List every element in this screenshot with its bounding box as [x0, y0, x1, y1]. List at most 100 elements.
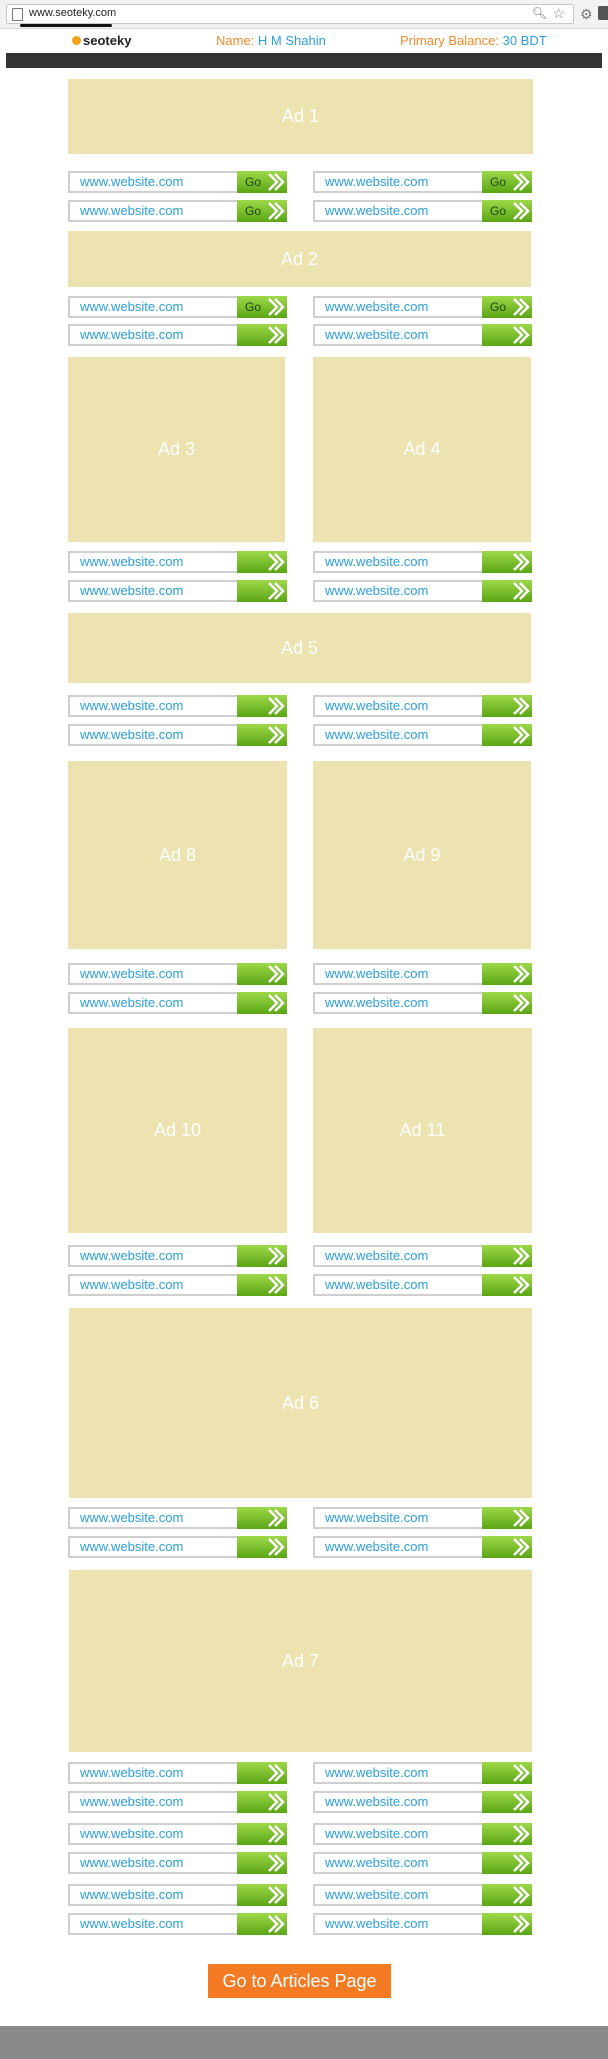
go-button[interactable] [482, 1274, 532, 1296]
nav-bar [6, 53, 602, 68]
website-link-field[interactable]: www.website.com [68, 1884, 245, 1906]
go-button[interactable]: Go [482, 171, 532, 193]
website-link-field[interactable]: www.website.com [313, 200, 490, 222]
website-link-field[interactable]: www.website.com [68, 551, 245, 573]
ad-10[interactable]: Ad 10 [68, 1028, 287, 1233]
go-button[interactable] [237, 1762, 287, 1784]
go-button[interactable] [482, 724, 532, 746]
website-link-field[interactable]: www.website.com [313, 1884, 490, 1906]
go-button[interactable] [237, 1274, 287, 1296]
go-button[interactable] [482, 580, 532, 602]
ad-5[interactable]: Ad 5 [68, 613, 531, 683]
website-link-field[interactable]: www.website.com [313, 1913, 490, 1935]
go-button[interactable] [482, 324, 532, 346]
website-link-field[interactable]: www.website.com [313, 1762, 490, 1784]
website-link-field[interactable]: www.website.com [313, 1507, 490, 1529]
go-button[interactable] [237, 1507, 287, 1529]
website-link-field[interactable]: www.website.com [68, 992, 245, 1014]
website-link-field[interactable]: www.website.com [313, 171, 490, 193]
go-button[interactable]: Go [237, 200, 287, 222]
go-button[interactable] [482, 1913, 532, 1935]
website-link-field[interactable]: www.website.com [68, 171, 245, 193]
go-button[interactable] [237, 992, 287, 1014]
website-link-field[interactable]: www.website.com [68, 1791, 245, 1813]
go-button[interactable] [237, 695, 287, 717]
go-button[interactable]: Go [237, 296, 287, 318]
ad-8[interactable]: Ad 8 [68, 761, 287, 949]
website-link-field[interactable]: www.website.com [313, 1245, 490, 1267]
address-bar[interactable]: www.seoteky.com 🔍︎ ☆ [6, 4, 574, 24]
go-button[interactable] [482, 992, 532, 1014]
website-link-field[interactable]: www.website.com [313, 580, 490, 602]
go-button[interactable] [237, 1536, 287, 1558]
address-url[interactable]: www.seoteky.com [29, 7, 116, 19]
website-link-field[interactable]: www.website.com [68, 580, 245, 602]
website-link-field[interactable]: www.website.com [68, 1536, 245, 1558]
website-link-field[interactable]: www.website.com [68, 200, 245, 222]
go-button[interactable]: Go [237, 171, 287, 193]
go-button[interactable] [237, 1823, 287, 1845]
website-link-field[interactable]: www.website.com [68, 1852, 245, 1874]
ad-2[interactable]: Ad 2 [68, 231, 531, 287]
website-link-field[interactable]: www.website.com [313, 1791, 490, 1813]
ad-7[interactable]: Ad 7 [69, 1570, 532, 1752]
website-link-field[interactable]: www.website.com [313, 296, 490, 318]
ad-6[interactable]: Ad 6 [69, 1308, 532, 1498]
go-button[interactable] [482, 1245, 532, 1267]
website-link-field[interactable]: www.website.com [68, 695, 245, 717]
ad-9[interactable]: Ad 9 [313, 761, 531, 949]
go-button[interactable] [237, 1791, 287, 1813]
go-button[interactable] [237, 551, 287, 573]
website-link-field[interactable]: www.website.com [313, 724, 490, 746]
website-link-field[interactable]: www.website.com [68, 1762, 245, 1784]
website-link-field[interactable]: www.website.com [313, 695, 490, 717]
website-link-field[interactable]: www.website.com [313, 1274, 490, 1296]
go-button[interactable] [237, 1852, 287, 1874]
go-button[interactable] [482, 695, 532, 717]
website-link-field[interactable]: www.website.com [68, 1507, 245, 1529]
website-link-field[interactable]: www.website.com [68, 1913, 245, 1935]
search-icon[interactable]: 🔍︎ [532, 6, 547, 20]
ad-3[interactable]: Ad 3 [68, 357, 285, 542]
go-button[interactable]: Go [482, 296, 532, 318]
go-button[interactable] [237, 324, 287, 346]
go-button[interactable] [237, 1913, 287, 1935]
go-button[interactable] [482, 551, 532, 573]
website-link-field[interactable]: www.website.com [68, 724, 245, 746]
website-link-field[interactable]: www.website.com [313, 1823, 490, 1845]
ad-1[interactable]: Ad 1 [68, 79, 533, 154]
site-logo[interactable]: seoteky [72, 33, 131, 48]
go-button[interactable] [482, 963, 532, 985]
website-link-field[interactable]: www.website.com [313, 1852, 490, 1874]
extension-icon[interactable] [598, 6, 608, 20]
go-button[interactable] [482, 1823, 532, 1845]
website-link-field[interactable]: www.website.com [68, 963, 245, 985]
go-button[interactable]: Go [482, 200, 532, 222]
go-button[interactable] [237, 580, 287, 602]
go-button[interactable] [482, 1884, 532, 1906]
go-button[interactable] [237, 1245, 287, 1267]
go-button[interactable] [237, 1884, 287, 1906]
website-link-field[interactable]: www.website.com [313, 551, 490, 573]
go-button[interactable] [237, 724, 287, 746]
go-button[interactable] [482, 1507, 532, 1529]
website-link-field[interactable]: www.website.com [68, 324, 245, 346]
website-link-field[interactable]: www.website.com [68, 1823, 245, 1845]
go-button[interactable] [482, 1791, 532, 1813]
go-button[interactable] [482, 1536, 532, 1558]
website-link-field[interactable]: www.website.com [313, 324, 490, 346]
ad-11[interactable]: Ad 11 [313, 1028, 532, 1233]
go-to-articles-button[interactable]: Go to Articles Page [208, 1964, 391, 1998]
ad-4[interactable]: Ad 4 [313, 357, 531, 542]
bookmark-star-icon[interactable]: ☆ [552, 5, 565, 22]
go-button[interactable] [482, 1762, 532, 1784]
go-button[interactable] [237, 963, 287, 985]
website-link-field[interactable]: www.website.com [313, 1536, 490, 1558]
website-link-field[interactable]: www.website.com [68, 1245, 245, 1267]
settings-icon[interactable]: ⚙ [580, 6, 593, 23]
website-link-field[interactable]: www.website.com [68, 296, 245, 318]
website-link-field[interactable]: www.website.com [68, 1274, 245, 1296]
website-link-field[interactable]: www.website.com [313, 963, 490, 985]
website-link-field[interactable]: www.website.com [313, 992, 490, 1014]
go-button[interactable] [482, 1852, 532, 1874]
